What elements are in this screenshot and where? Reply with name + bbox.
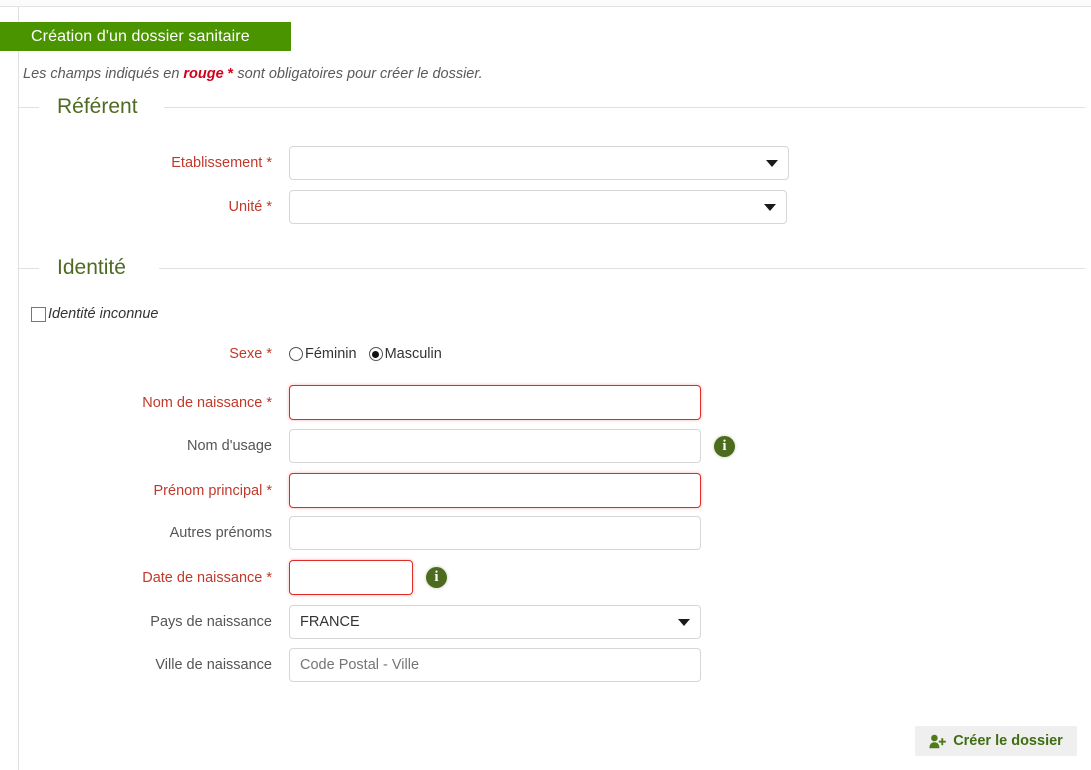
- input-nom-usage[interactable]: [289, 429, 701, 463]
- legend-rule-right: [159, 268, 1085, 269]
- label-etablissement-required-marker: *: [262, 155, 272, 171]
- fieldset-identite: Identité: [19, 255, 1085, 281]
- select-pays-naissance[interactable]: FRANCE: [289, 605, 701, 639]
- chevron-down-icon: [678, 619, 690, 626]
- create-dossier-button-label: Créer le dossier: [953, 733, 1063, 749]
- label-autres-prenoms-text: Autres prénoms: [169, 525, 272, 541]
- label-nom-usage: Nom d'usage: [0, 438, 289, 454]
- label-autres-prenoms: Autres prénoms: [0, 525, 289, 541]
- radio-masculin[interactable]: [368, 347, 383, 361]
- radio-item-feminin[interactable]: Féminin: [289, 346, 357, 362]
- fieldset-referent: Référent: [19, 94, 1085, 120]
- input-autres-prenoms[interactable]: [289, 516, 701, 550]
- input-nom-naissance[interactable]: [289, 385, 701, 420]
- checkbox-identite-inconnue[interactable]: [31, 306, 46, 322]
- legend-rule-right: [164, 107, 1085, 108]
- label-sexe: Sexe *: [0, 346, 289, 362]
- label-nom-naissance-required-marker: *: [262, 394, 272, 411]
- chevron-down-icon: [764, 204, 776, 211]
- label-nom-usage-text: Nom d'usage: [187, 438, 272, 454]
- radio-feminin-label: Féminin: [305, 346, 357, 362]
- label-nom-naissance: Nom de naissance *: [0, 395, 289, 411]
- hint-asterisk: *: [223, 66, 238, 82]
- label-prenom-principal-text: Prénom principal: [153, 482, 263, 499]
- legend-referent: Référent: [57, 95, 138, 118]
- label-date-naissance-required-marker: *: [262, 569, 272, 586]
- input-prenom-principal[interactable]: [289, 473, 701, 508]
- field-row-ville-naissance: Ville de naissance: [0, 648, 701, 682]
- label-prenom-principal: Prénom principal *: [0, 483, 289, 499]
- legend-row-referent: Référent: [19, 94, 1085, 120]
- label-etablissement-text: Etablissement: [171, 155, 263, 171]
- label-sexe-text: Sexe: [229, 346, 263, 362]
- field-row-nom-naissance: Nom de naissance *: [0, 385, 701, 420]
- radio-feminin[interactable]: [289, 347, 303, 361]
- select-etablissement[interactable]: [289, 146, 789, 180]
- legend-row-identite: Identité: [19, 255, 1085, 281]
- label-pays-naissance: Pays de naissance: [0, 614, 289, 630]
- legend-rule-left: [19, 107, 39, 108]
- input-ville-naissance[interactable]: [289, 648, 701, 682]
- top-divider: [0, 6, 1091, 7]
- hint-rouge-word: rouge: [183, 66, 224, 82]
- page-title-tab: Création d'un dossier sanitaire: [0, 22, 291, 51]
- label-unite-text: Unité: [228, 199, 263, 215]
- field-row-unite: Unité *: [0, 190, 787, 224]
- legend-identite: Identité: [57, 256, 126, 279]
- label-unite: Unité *: [0, 199, 289, 215]
- field-row-nom-usage: Nom d'usage i: [0, 429, 735, 463]
- user-plus-icon: [929, 734, 946, 749]
- field-row-date-naissance: Date de naissance * i: [0, 560, 447, 595]
- label-ville-naissance-text: Ville de naissance: [155, 657, 272, 673]
- label-ville-naissance: Ville de naissance: [0, 657, 289, 673]
- info-icon-nom-usage[interactable]: i: [714, 435, 735, 457]
- radio-item-masculin[interactable]: Masculin: [368, 346, 442, 362]
- radio-group-sexe: Féminin Masculin: [289, 346, 454, 362]
- label-date-naissance: Date de naissance *: [0, 570, 289, 586]
- label-unite-required-marker: *: [262, 199, 272, 215]
- label-pays-naissance-text: Pays de naissance: [150, 614, 272, 630]
- checkbox-row-identite-inconnue[interactable]: Identité inconnue: [31, 306, 158, 322]
- label-sexe-required-marker: *: [262, 346, 272, 362]
- label-date-naissance-text: Date de naissance: [142, 569, 263, 586]
- info-icon-date-naissance[interactable]: i: [426, 567, 447, 588]
- select-pays-naissance-value: FRANCE: [300, 614, 360, 630]
- field-row-prenom-principal: Prénom principal *: [0, 473, 701, 508]
- required-fields-hint: Les champs indiqués en rouge * sont obli…: [23, 66, 483, 82]
- field-row-etablissement: Etablissement *: [0, 146, 789, 180]
- chevron-down-icon: [766, 160, 778, 167]
- create-dossier-button[interactable]: Créer le dossier: [915, 726, 1077, 756]
- hint-suffix: sont obligatoires pour créer le dossier.: [237, 66, 483, 82]
- legend-rule-left: [19, 268, 39, 269]
- input-date-naissance[interactable]: [289, 560, 413, 595]
- checkbox-identite-inconnue-label: Identité inconnue: [48, 306, 159, 322]
- radio-masculin-label: Masculin: [384, 346, 442, 362]
- field-row-autres-prenoms: Autres prénoms: [0, 516, 701, 550]
- hint-prefix: Les champs indiqués en: [23, 66, 184, 82]
- select-unite[interactable]: [289, 190, 787, 224]
- label-prenom-principal-required-marker: *: [262, 482, 272, 499]
- label-nom-naissance-text: Nom de naissance: [142, 394, 263, 411]
- field-row-sexe: Sexe * Féminin Masculin: [0, 346, 454, 362]
- field-row-pays-naissance: Pays de naissance FRANCE: [0, 605, 701, 639]
- label-etablissement: Etablissement *: [0, 155, 289, 171]
